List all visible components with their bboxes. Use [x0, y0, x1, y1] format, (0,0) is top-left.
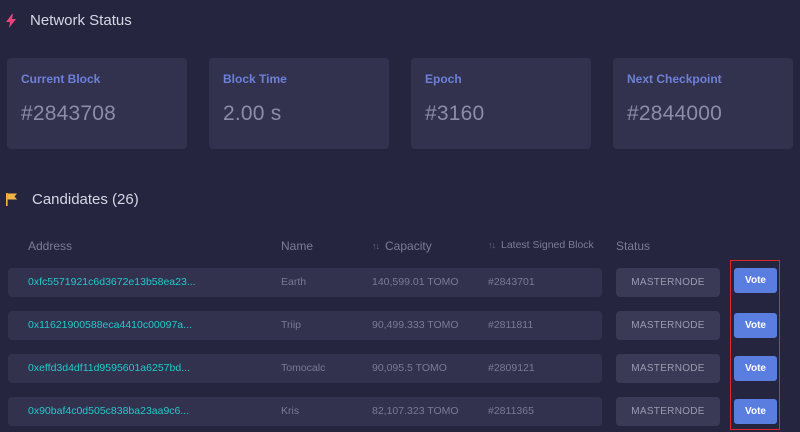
stat-value: #2844000: [627, 102, 723, 125]
column-header-capacity[interactable]: ↑↓ Capacity: [372, 239, 432, 253]
status-badge: MASTERNODE: [616, 354, 720, 383]
stat-card-block-time: Block Time 2.00 s: [209, 58, 389, 149]
candidates-title: Candidates (26): [32, 191, 139, 208]
stat-label: Epoch: [425, 72, 462, 86]
column-header-status: Status: [616, 239, 651, 253]
candidate-address-link[interactable]: 0xfc5571921c6d3672e13b58ea23...: [28, 268, 196, 297]
page: Network Status Current Block #2843708 Bl…: [0, 0, 800, 432]
candidate-latest-signed-block: #2809121: [488, 362, 535, 374]
status-badge: MASTERNODE: [616, 311, 720, 340]
table-row: 0xeffd3d4df11d9595601a6257bd... Tomocalc…: [8, 354, 602, 383]
candidate-latest-signed-block: #2843701: [488, 276, 535, 288]
vote-button[interactable]: Vote: [734, 313, 777, 338]
candidate-name: Tomocalc: [281, 362, 326, 374]
lightning-icon: [6, 13, 16, 28]
table-row: 0x11621900588eca4410c00097a... Triip 90,…: [8, 311, 602, 340]
candidate-latest-signed-block: #2811811: [488, 319, 534, 331]
vote-button[interactable]: Vote: [734, 399, 777, 424]
table-row: 0xfc5571921c6d3672e13b58ea23... Earth 14…: [8, 268, 602, 297]
candidate-capacity: 90,095.5 TOMO: [372, 362, 447, 374]
stat-label: Current Block: [21, 72, 101, 86]
candidates-heading: Candidates (26): [6, 191, 139, 208]
column-header-latest-signed-block[interactable]: ↑↓ Latest Signed Block: [488, 239, 594, 251]
sort-icon[interactable]: ↑↓: [372, 241, 380, 251]
status-badge: MASTERNODE: [616, 397, 720, 426]
stat-card-next-checkpoint: Next Checkpoint #2844000: [613, 58, 793, 149]
candidate-capacity: 82,107.323 TOMO: [372, 405, 459, 417]
candidate-name: Earth: [281, 276, 307, 288]
stat-value: 2.00 s: [223, 102, 282, 125]
network-status-title: Network Status: [30, 12, 132, 29]
candidate-latest-signed-block: #2811365: [488, 405, 534, 417]
vote-button[interactable]: Vote: [734, 356, 777, 381]
stat-card-epoch: Epoch #3160: [411, 58, 591, 149]
status-badge: MASTERNODE: [616, 268, 720, 297]
candidate-capacity: 140,599.01 TOMO: [372, 276, 459, 288]
candidate-address-link[interactable]: 0x11621900588eca4410c00097a...: [28, 311, 192, 340]
candidate-capacity: 90,499.333 TOMO: [372, 319, 459, 331]
flag-icon: [6, 193, 18, 206]
stat-value: #2843708: [21, 102, 117, 125]
vote-button[interactable]: Vote: [734, 268, 777, 293]
column-header-address: Address: [28, 239, 73, 253]
column-header-name: Name: [281, 239, 314, 253]
table-row: 0x90baf4c0d505c838ba23aa9c6... Kris 82,1…: [8, 397, 602, 426]
candidate-address-link[interactable]: 0x90baf4c0d505c838ba23aa9c6...: [28, 397, 189, 426]
stat-label: Next Checkpoint: [627, 72, 722, 86]
candidate-name: Kris: [281, 405, 300, 417]
stat-card-current-block: Current Block #2843708: [7, 58, 187, 149]
stat-value: #3160: [425, 102, 485, 125]
candidate-address-link[interactable]: 0xeffd3d4df11d9595601a6257bd...: [28, 354, 190, 383]
network-status-heading: Network Status: [6, 12, 132, 29]
sort-icon[interactable]: ↑↓: [488, 240, 496, 250]
stat-label: Block Time: [223, 72, 287, 86]
candidate-name: Triip: [281, 319, 302, 331]
